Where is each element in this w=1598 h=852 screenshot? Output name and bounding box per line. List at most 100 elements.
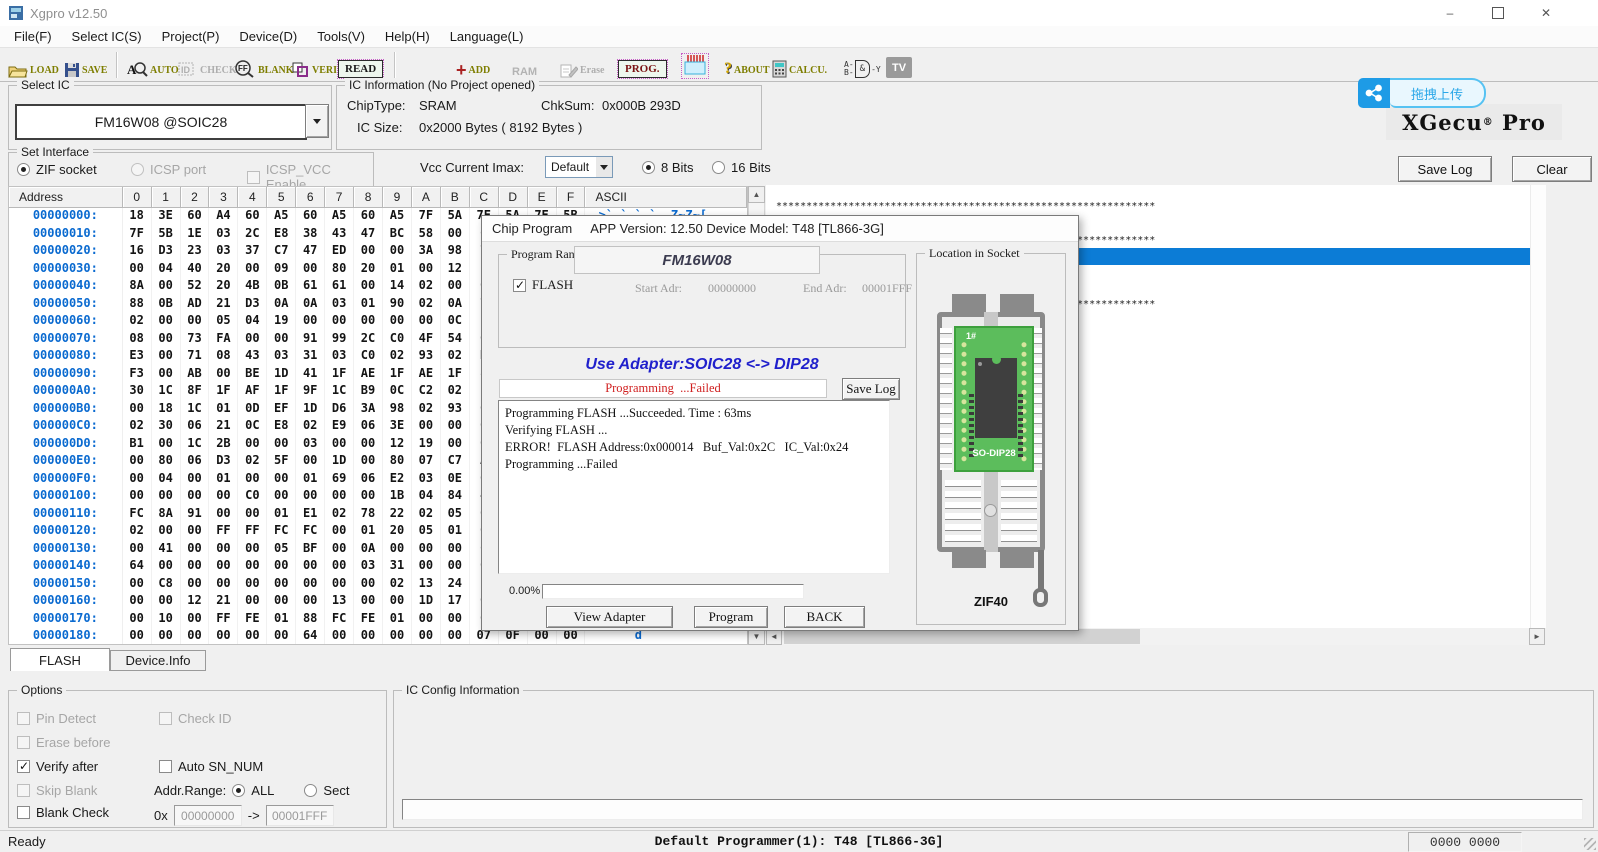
hex-byte[interactable]: 00 — [209, 488, 238, 506]
resize-grip[interactable] — [1584, 838, 1596, 850]
hex-byte[interactable]: 9F — [296, 383, 325, 401]
hex-byte[interactable]: 02 — [325, 506, 354, 524]
pin-detect-checkbox[interactable]: Pin Detect — [17, 711, 96, 726]
hex-byte[interactable]: 03 — [325, 348, 354, 366]
hex-byte[interactable]: 12 — [441, 261, 470, 279]
hex-byte[interactable]: 00 — [267, 628, 296, 645]
hex-byte[interactable]: 2C — [238, 226, 267, 244]
hex-byte[interactable]: 60 — [181, 208, 210, 226]
hex-byte[interactable]: 03 — [267, 348, 296, 366]
check-id-checkbox[interactable]: Check ID — [159, 711, 231, 726]
hex-byte[interactable]: 00 — [267, 576, 296, 594]
hex-byte[interactable]: 2B — [209, 436, 238, 454]
skip-blank-checkbox[interactable]: Skip Blank — [17, 783, 97, 798]
hex-byte[interactable]: 00 — [209, 558, 238, 576]
hex-byte[interactable]: 0B — [152, 296, 181, 314]
back-button[interactable]: BACK — [784, 606, 865, 628]
hex-byte[interactable]: 00 — [325, 488, 354, 506]
hex-byte[interactable]: 30 — [152, 418, 181, 436]
save-log-button[interactable]: Save Log — [1398, 156, 1492, 182]
hex-byte[interactable]: 14 — [383, 278, 412, 296]
hex-byte[interactable]: 0D — [238, 401, 267, 419]
hex-byte[interactable]: 0A — [296, 296, 325, 314]
hex-byte[interactable]: 3A — [412, 243, 441, 261]
hex-byte[interactable]: 00 — [181, 313, 210, 331]
hex-byte[interactable]: 00 — [181, 488, 210, 506]
hex-byte[interactable]: 00 — [209, 576, 238, 594]
hex-byte[interactable]: 05 — [209, 313, 238, 331]
hex-byte[interactable]: 09 — [267, 261, 296, 279]
hex-header-0[interactable]: 0 — [123, 187, 152, 208]
hex-byte[interactable]: 00 — [238, 593, 267, 611]
hex-byte[interactable]: 3E — [152, 208, 181, 226]
hex-byte[interactable]: 00 — [123, 541, 152, 559]
hex-byte[interactable]: 04 — [152, 471, 181, 489]
hex-byte[interactable]: 7F — [123, 226, 152, 244]
hex-byte[interactable]: 02 — [383, 576, 412, 594]
erase-button[interactable]: Erase — [560, 52, 604, 78]
hex-byte[interactable]: C0 — [383, 331, 412, 349]
hex-byte[interactable]: 69 — [325, 471, 354, 489]
hex-header-5[interactable]: 5 — [267, 187, 296, 208]
hex-byte[interactable]: 47 — [296, 243, 325, 261]
ic-select-combo[interactable]: FM16W08 @SOIC28 — [15, 104, 307, 140]
hex-header-2[interactable]: 2 — [181, 187, 210, 208]
hex-byte[interactable]: 12 — [383, 436, 412, 454]
menu-item-3[interactable]: Device(D) — [229, 29, 307, 44]
hex-byte[interactable]: 93 — [412, 348, 441, 366]
hex-byte[interactable]: 1D — [267, 366, 296, 384]
hex-byte[interactable]: 06 — [181, 453, 210, 471]
hex-byte[interactable]: 03 — [209, 243, 238, 261]
hex-byte[interactable]: BC — [383, 226, 412, 244]
hex-byte[interactable]: 00 — [354, 436, 383, 454]
hex-byte[interactable]: 00 — [441, 628, 470, 645]
hex-byte[interactable]: 5F — [267, 453, 296, 471]
hex-byte[interactable]: 30 — [123, 383, 152, 401]
hex-byte[interactable]: FE — [354, 611, 383, 629]
hex-byte[interactable]: 03 — [325, 296, 354, 314]
hex-byte[interactable]: 90 — [383, 296, 412, 314]
hex-byte[interactable]: 0E — [441, 471, 470, 489]
hex-header-ascii[interactable]: ASCII — [585, 187, 747, 208]
hex-byte[interactable]: AF — [238, 383, 267, 401]
menu-item-2[interactable]: Project(P) — [152, 29, 230, 44]
hex-byte[interactable]: 00 — [412, 628, 441, 645]
hex-byte[interactable]: 00 — [412, 261, 441, 279]
hex-byte[interactable]: 00 — [152, 436, 181, 454]
hex-byte[interactable]: 00 — [296, 313, 325, 331]
hex-byte[interactable]: ED — [325, 243, 354, 261]
calcu-button[interactable]: CALCU. — [772, 52, 827, 78]
hex-byte[interactable]: 43 — [238, 348, 267, 366]
hex-byte[interactable]: 00 — [441, 611, 470, 629]
hex-byte[interactable]: 01 — [209, 401, 238, 419]
hex-header-e[interactable]: E — [528, 187, 557, 208]
hex-byte[interactable]: 00 — [152, 348, 181, 366]
hex-byte[interactable]: 00 — [441, 558, 470, 576]
hex-byte[interactable]: 00 — [383, 541, 412, 559]
hex-byte[interactable]: 01 — [354, 523, 383, 541]
hex-byte[interactable]: 21 — [209, 296, 238, 314]
hex-byte[interactable]: E2 — [383, 471, 412, 489]
hex-byte[interactable]: 00 — [412, 611, 441, 629]
hex-byte[interactable]: AE — [354, 366, 383, 384]
hex-byte[interactable]: 00 — [181, 471, 210, 489]
hex-byte[interactable]: 00 — [152, 331, 181, 349]
hex-byte[interactable]: 00 — [152, 558, 181, 576]
hex-byte[interactable]: 00 — [383, 243, 412, 261]
hex-byte[interactable]: 01 — [354, 296, 383, 314]
hex-byte[interactable]: 7F — [412, 208, 441, 226]
hex-byte[interactable]: 00 — [267, 471, 296, 489]
hex-byte[interactable]: 01 — [441, 523, 470, 541]
hex-byte[interactable]: 00 — [325, 576, 354, 594]
hex-byte[interactable]: 71 — [181, 348, 210, 366]
hex-header-7[interactable]: 7 — [325, 187, 354, 208]
hex-byte[interactable]: 00 — [238, 541, 267, 559]
scroll-up-button[interactable]: ▲ — [748, 186, 765, 203]
clear-button[interactable]: Clear — [1512, 156, 1592, 182]
hex-byte[interactable]: 00 — [209, 366, 238, 384]
hex-byte[interactable]: 0C — [383, 383, 412, 401]
hex-byte[interactable]: 01 — [383, 611, 412, 629]
hex-byte[interactable]: 00 — [412, 418, 441, 436]
hex-byte[interactable]: 00 — [123, 401, 152, 419]
hex-byte[interactable]: 00 — [123, 611, 152, 629]
